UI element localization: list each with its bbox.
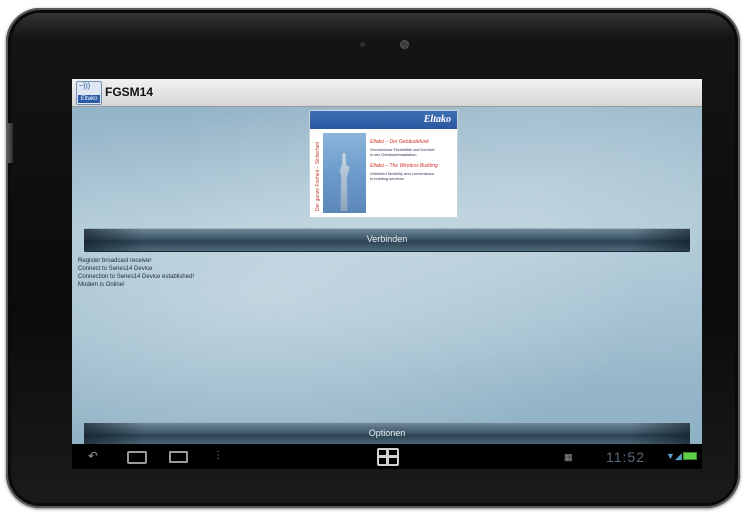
connect-button[interactable]: Verbinden <box>84 228 690 252</box>
connection-log: Register broadcast receiver Connect to S… <box>78 257 194 289</box>
front-camera <box>401 41 408 48</box>
options-button[interactable]: Optionen <box>84 422 690 446</box>
screen: ~))) Eltako FGSM14 Eltako Der ganze Frei… <box>72 79 702 469</box>
banner-en-heading: Eltako – The Wireless Building <box>370 163 438 169</box>
statue-of-liberty-icon <box>339 153 350 211</box>
log-line: Connect to Series14 Device <box>78 266 153 272</box>
banner-en-line: in building services <box>370 176 404 181</box>
app-drawer-icon[interactable] <box>377 448 399 466</box>
log-line: Connection to Series14 Device establishe… <box>78 274 195 280</box>
connect-button-label: Verbinden <box>366 234 408 244</box>
banner-logo: Eltako <box>423 114 451 125</box>
menu-dots-icon[interactable]: ⋮ <box>213 450 223 462</box>
log-line: Modem is Online! <box>78 282 125 288</box>
log-line: Register broadcast receiver <box>78 258 152 264</box>
banner-de-heading: Eltako – Der Gebäudefunk <box>370 139 429 145</box>
wireless-waves-icon: ~))) <box>79 83 91 90</box>
action-bar: ~))) Eltako FGSM14 <box>72 79 702 107</box>
side-button <box>6 123 13 163</box>
battery-icon <box>683 452 697 460</box>
status-clock: 11:52 <box>606 449 645 465</box>
options-button-label: Optionen <box>368 428 406 438</box>
banner-text: Eltako – Der Gebäudefunk Grenzenlose Fle… <box>370 139 454 181</box>
recent-apps-icon[interactable] <box>169 451 188 463</box>
system-navigation-bar: ↶ ⋮ ▦ 11:52 ▼◢ <box>72 444 702 469</box>
eltako-banner-image: Eltako Der ganze Freiheit – Sicherheit k… <box>309 110 458 218</box>
banner-header: Eltako <box>310 111 457 129</box>
statue-photo <box>323 133 366 213</box>
wifi-signal-icon: ▼◢ <box>666 451 682 461</box>
home-icon[interactable] <box>127 451 147 464</box>
tablet-frame: ~))) Eltako FGSM14 Eltako Der ganze Frei… <box>6 8 740 508</box>
app-title: FGSM14 <box>105 85 154 99</box>
banner-vertical-text: Der ganze Freiheit – Sicherheit kurze Fr… <box>315 142 329 211</box>
light-sensor <box>360 42 365 47</box>
app-logo-icon[interactable]: ~))) Eltako <box>76 81 102 105</box>
app-logo-brand: Eltako <box>78 95 100 103</box>
app-window: ~))) Eltako FGSM14 Eltako Der ganze Frei… <box>72 79 702 446</box>
screenshot-icon[interactable]: ▦ <box>564 451 573 463</box>
back-icon[interactable]: ↶ <box>88 450 98 462</box>
